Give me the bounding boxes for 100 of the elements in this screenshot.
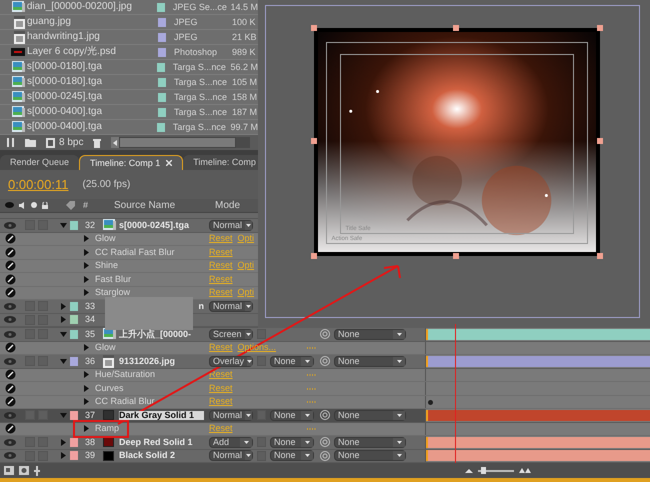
label-color-swatch[interactable]	[70, 330, 78, 339]
eye-icon[interactable]	[5, 202, 14, 208]
project-item-name[interactable]: Layer 6 copy/光.psd	[27, 47, 158, 57]
effect-switch-icon[interactable]	[4, 382, 16, 394]
track-matte-dropdown[interactable]: None	[270, 450, 314, 462]
project-item-name[interactable]: dian_[00000-00200].jpg	[26, 2, 157, 12]
speaker-icon[interactable]	[19, 202, 26, 209]
project-item-name[interactable]: guang.jpg	[27, 17, 158, 27]
track-matte-dropdown[interactable]: None	[270, 356, 314, 367]
label-color-swatch[interactable]	[158, 108, 166, 116]
layer-handle[interactable]	[310, 24, 316, 30]
composition-icon[interactable]	[46, 138, 55, 148]
label-color-swatch[interactable]	[158, 48, 166, 56]
label-color-swatch[interactable]	[70, 302, 78, 311]
timeline-tab[interactable]: Render Queue	[0, 155, 80, 170]
timeline-tab[interactable]: Timeline: Comp	[183, 155, 258, 170]
collapse-triangle-icon[interactable]	[60, 358, 66, 364]
pick-whip-icon[interactable]	[320, 410, 330, 420]
pick-whip-icon[interactable]	[320, 356, 330, 366]
pick-whip-icon[interactable]	[320, 450, 330, 461]
effect-switch-icon[interactable]	[4, 287, 16, 298]
project-item-name[interactable]: s[0000-0400].tga	[27, 107, 158, 117]
collapse-triangle-icon[interactable]	[60, 412, 66, 418]
horizontal-scrollbar[interactable]	[111, 137, 250, 148]
collapse-triangle-icon[interactable]	[60, 222, 66, 228]
bit-depth-button[interactable]: 8 bpc	[59, 138, 84, 148]
layer-name[interactable]: Black Solid 2	[119, 451, 176, 460]
pick-whip-icon[interactable]	[320, 437, 330, 448]
current-time-display[interactable]: 0:00:00:11	[8, 178, 68, 191]
layer-name[interactable]: n	[198, 302, 204, 311]
label-color-swatch[interactable]	[158, 92, 166, 102]
switch-box[interactable]	[25, 410, 35, 420]
layer-name[interactable]: Deep Red Solid 1	[119, 438, 193, 447]
layer-handle[interactable]	[596, 252, 602, 258]
effect-switch-icon[interactable]	[4, 396, 16, 408]
blend-mode-dropdown[interactable]: Normal	[209, 450, 253, 462]
layer-handle[interactable]	[452, 24, 458, 30]
blend-mode-dropdown[interactable]: Screen	[209, 328, 253, 340]
label-color-swatch[interactable]	[156, 62, 165, 72]
layer-duration-bar[interactable]	[426, 356, 650, 367]
layer-name[interactable]: 91312026.jpg	[119, 356, 176, 366]
label-color-swatch[interactable]	[70, 220, 78, 230]
layer-duration-bar[interactable]	[426, 436, 650, 448]
track-matte-dropdown[interactable]: None	[270, 410, 314, 421]
layer-handle[interactable]	[596, 138, 602, 144]
switch-box[interactable]	[38, 410, 48, 420]
project-item-name[interactable]: handwriting1.jpg	[27, 32, 158, 42]
label-color-swatch[interactable]	[158, 18, 166, 26]
blend-mode-dropdown[interactable]: Overlay	[209, 356, 253, 367]
label-color-swatch[interactable]	[70, 438, 78, 447]
column-header[interactable]: Source Name	[108, 200, 212, 210]
zoom-in-icon[interactable]	[519, 468, 531, 473]
effect-switch-icon[interactable]	[4, 260, 16, 272]
project-item-name[interactable]: s[0000-0400].tga	[26, 122, 157, 132]
collapse-triangle-icon[interactable]	[60, 332, 66, 337]
zoom-slider-thumb[interactable]	[481, 466, 486, 474]
effect-switch-icon[interactable]	[4, 233, 16, 244]
switch-box[interactable]	[38, 356, 48, 366]
blend-mode-dropdown[interactable]: Normal	[209, 300, 253, 312]
lock-icon[interactable]	[42, 202, 48, 209]
parent-dropdown[interactable]: None	[334, 450, 406, 462]
layer-handle[interactable]	[596, 24, 602, 30]
eye-icon[interactable]	[4, 452, 16, 460]
effect-switch-icon[interactable]	[4, 423, 16, 434]
column-header[interactable]: #	[80, 201, 108, 210]
blend-mode-dropdown[interactable]: Normal	[209, 220, 253, 231]
project-item-name[interactable]: s[0000-0245].tga	[27, 92, 158, 102]
track-matte-dropdown[interactable]: None	[270, 436, 314, 448]
layer-name[interactable]: s[0000-0245].tga	[119, 220, 190, 230]
layer-handle[interactable]	[310, 252, 316, 258]
zoom-out-icon[interactable]	[465, 468, 473, 472]
layer-duration-bar[interactable]	[426, 328, 650, 340]
effect-switch-icon[interactable]	[4, 369, 16, 380]
layer-handle[interactable]	[310, 138, 316, 144]
selected-layer-row[interactable]: 37 Dark Gray Solid 1 Normal None None	[0, 409, 650, 422]
switch-box[interactable]	[38, 301, 48, 312]
trash-icon[interactable]	[93, 138, 102, 148]
label-color-swatch[interactable]	[156, 2, 165, 12]
switch-box[interactable]	[38, 437, 48, 448]
parent-dropdown[interactable]: None	[334, 436, 406, 448]
toggle-columns-icon[interactable]	[34, 466, 40, 476]
label-tag-icon[interactable]	[66, 201, 74, 210]
label-color-swatch[interactable]	[70, 356, 78, 366]
project-item-name[interactable]: s[0000-0180].tga	[26, 62, 157, 72]
interpret-footage-icon[interactable]	[6, 138, 15, 147]
label-color-swatch[interactable]	[70, 451, 78, 460]
timeline-tab[interactable]: Timeline: Comp 1	[79, 155, 184, 170]
effect-switch-icon[interactable]	[4, 246, 16, 258]
label-color-swatch[interactable]	[158, 32, 166, 42]
blend-mode-dropdown[interactable]: Normal	[209, 410, 253, 421]
switch-box[interactable]	[25, 301, 35, 312]
eye-icon[interactable]	[4, 316, 16, 324]
layer-name[interactable]: 上升小点_[00000-	[119, 330, 192, 339]
label-color-swatch[interactable]	[156, 122, 165, 132]
blend-mode-dropdown[interactable]: Add	[209, 436, 253, 448]
label-color-swatch[interactable]	[70, 410, 78, 420]
layer-handle[interactable]	[452, 252, 458, 258]
pick-whip-icon[interactable]	[320, 329, 330, 340]
effect-switch-icon[interactable]	[4, 342, 16, 354]
close-icon[interactable]	[166, 160, 172, 166]
